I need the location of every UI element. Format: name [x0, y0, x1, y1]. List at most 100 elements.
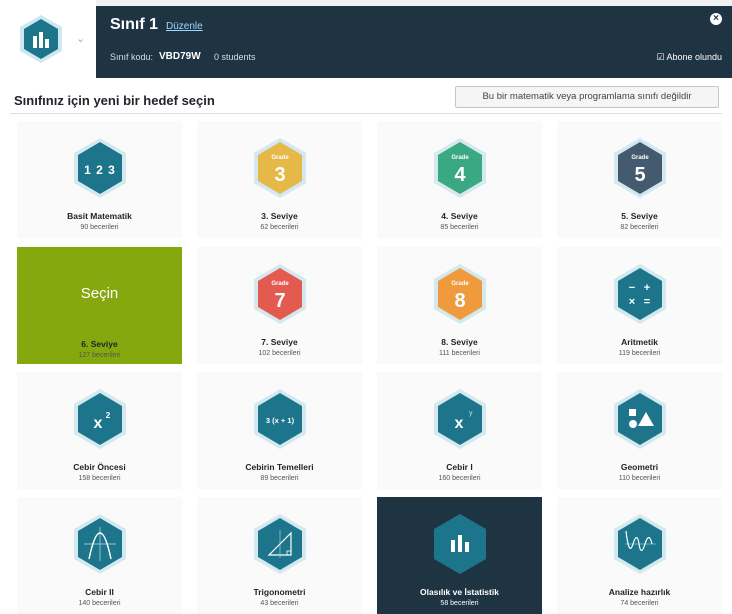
select-label: Seçin [80, 285, 119, 302]
class-bar: Sınıf 1 Düzenle × Sınıf kodu: VBD79W 0 s… [96, 6, 732, 78]
course-name: Trigonometri [253, 587, 306, 597]
header: ⌄ Sınıf 1 Düzenle × Sınıf kodu: VBD79W 0… [0, 0, 732, 78]
course-skill-count: 85 becerileri [440, 224, 479, 231]
svg-text:5: 5 [634, 164, 645, 186]
edit-link[interactable]: Düzenle [166, 21, 203, 32]
x-y-icon: x y [434, 389, 486, 449]
course-name: Cebirin Temelleri [245, 462, 314, 472]
course-skill-count: 102 becerileri [258, 350, 301, 357]
course-name: 6. Seviye [81, 339, 118, 349]
checkbox-icon: ☑ [656, 52, 665, 62]
svg-text:Grade: Grade [451, 155, 469, 161]
course-name: 3. Seviye [261, 211, 298, 221]
course-skill-count: 119 becerileri [618, 350, 661, 357]
arithmetic-icon: − + × = [614, 264, 666, 324]
grade-7-icon: Grade 7 [254, 264, 306, 324]
course-skill-count: 89 becerileri [260, 475, 299, 482]
course-skill-count: 62 becerileri [260, 224, 299, 231]
svg-text:y: y [469, 410, 473, 417]
bar-chart-icon [20, 15, 62, 63]
chevron-down-icon[interactable]: ⌄ [76, 32, 85, 45]
svg-text:x: x [94, 415, 103, 432]
svg-text:3 (x + 1): 3 (x + 1) [266, 416, 295, 425]
svg-text:×: × [629, 296, 635, 308]
course-card[interactable]: 1 2 3 Basit Matematik 90 becerileri [17, 121, 182, 238]
damped-wave-icon [614, 514, 666, 574]
grade-8-icon: Grade 8 [434, 264, 486, 324]
class-title: Sınıf 1 [110, 16, 159, 33]
svg-text:3: 3 [274, 164, 285, 186]
course-skill-count: 140 becerileri [78, 600, 121, 607]
course-name: 8. Seviye [441, 337, 478, 347]
subscribed-label: Abone olundu [666, 52, 722, 62]
course-card[interactable]: Geometri 110 becerileri [557, 372, 722, 489]
course-card[interactable]: Trigonometri 43 becerileri [197, 497, 362, 614]
svg-text:−: − [629, 282, 635, 294]
svg-text:Grade: Grade [271, 281, 289, 287]
course-skill-count: 82 becerileri [620, 224, 659, 231]
course-skill-count: 74 becerileri [620, 600, 659, 607]
svg-text:x: x [455, 415, 464, 432]
course-card[interactable]: Grade 8 8. Seviye 111 becerileri [377, 247, 542, 364]
svg-text:+: + [644, 282, 650, 294]
svg-text:8: 8 [454, 290, 465, 312]
course-card[interactable]: Grade 3 3. Seviye 62 becerileri [197, 121, 362, 238]
grade-3-icon: Grade 3 [254, 138, 306, 198]
course-card[interactable]: Olasılık ve İstatistik 58 becerileri [377, 497, 542, 614]
svg-text:7: 7 [274, 290, 285, 312]
grade-5-icon: Grade 5 [614, 138, 666, 198]
course-name: 5. Seviye [621, 211, 658, 221]
grade-4-icon: Grade 4 [434, 138, 486, 198]
course-name: 4. Seviye [441, 211, 478, 221]
123-icon: 1 2 3 [74, 138, 126, 198]
course-skill-count: 158 becerileri [78, 475, 121, 482]
course-card[interactable]: Grade 7 7. Seviye 102 becerileri [197, 247, 362, 364]
svg-text:Grade: Grade [451, 281, 469, 287]
svg-text:=: = [644, 296, 650, 308]
course-card[interactable]: 3 (x + 1) Cebirin Temelleri 89 becerileri [197, 372, 362, 489]
3x-plus-1-icon: 3 (x + 1) [254, 389, 306, 449]
course-name: Basit Matematik [67, 211, 132, 221]
course-card[interactable]: − + × = Aritmetik 119 becerileri [557, 247, 722, 364]
x-squared-icon: x 2 [74, 389, 126, 449]
svg-text:1 2 3: 1 2 3 [84, 163, 116, 177]
class-code: VBD79W [159, 51, 201, 62]
close-icon[interactable]: × [710, 13, 722, 25]
course-name: Olasılık ve İstatistik [420, 587, 499, 597]
course-skill-count: 160 becerileri [438, 475, 481, 482]
course-name: 7. Seviye [261, 337, 298, 347]
parabola-icon [74, 514, 126, 574]
course-name: Analize hazırlık [608, 587, 671, 597]
svg-text:Grade: Grade [271, 155, 289, 161]
course-skill-count: 127 becerileri [78, 352, 121, 359]
svg-text:Grade: Grade [631, 155, 649, 161]
course-skill-count: 110 becerileri [618, 475, 661, 482]
triangle-icon [254, 514, 306, 574]
course-card[interactable]: Analize hazırlık 74 becerileri [557, 497, 722, 614]
course-skill-count: 43 becerileri [260, 600, 299, 607]
course-name: Cebir I [446, 462, 473, 472]
course-skill-count: 111 becerileri [439, 350, 480, 357]
svg-text:2: 2 [106, 411, 111, 420]
student-count: 0 students [214, 52, 256, 62]
course-name: Geometri [620, 462, 659, 472]
course-card[interactable]: x 2 Cebir Öncesi 158 becerileri [17, 372, 182, 489]
course-name: Aritmetik [621, 337, 658, 347]
course-card[interactable]: Grade 4 4. Seviye 85 becerileri [377, 121, 542, 238]
course-name: Cebir II [85, 587, 114, 597]
course-skill-count: 58 becerileri [440, 600, 479, 607]
course-card[interactable]: Grade 5 5. Seviye 82 becerileri [557, 121, 722, 238]
course-card[interactable]: x y Cebir I 160 becerileri [377, 372, 542, 489]
class-code-label: Sınıf kodu: [110, 52, 154, 62]
shapes-icon [614, 389, 666, 449]
not-math-class-button[interactable]: Bu bir matematik veya programlama sınıfı… [455, 86, 719, 108]
course-card[interactable]: Cebir II 140 becerileri [17, 497, 182, 614]
subscribed-toggle[interactable]: ☑ Abone olundu [656, 52, 722, 63]
class-logo[interactable]: ⌄ [0, 0, 96, 78]
course-card[interactable]: Seçin 6. Seviye 127 becerileri [17, 247, 182, 364]
course-skill-count: 90 becerileri [80, 224, 119, 231]
page-title: Sınıfınız için yeni bir hedef seçin [14, 93, 215, 108]
svg-text:4: 4 [454, 164, 466, 186]
divider [10, 113, 722, 114]
course-name: Cebir Öncesi [73, 462, 126, 472]
